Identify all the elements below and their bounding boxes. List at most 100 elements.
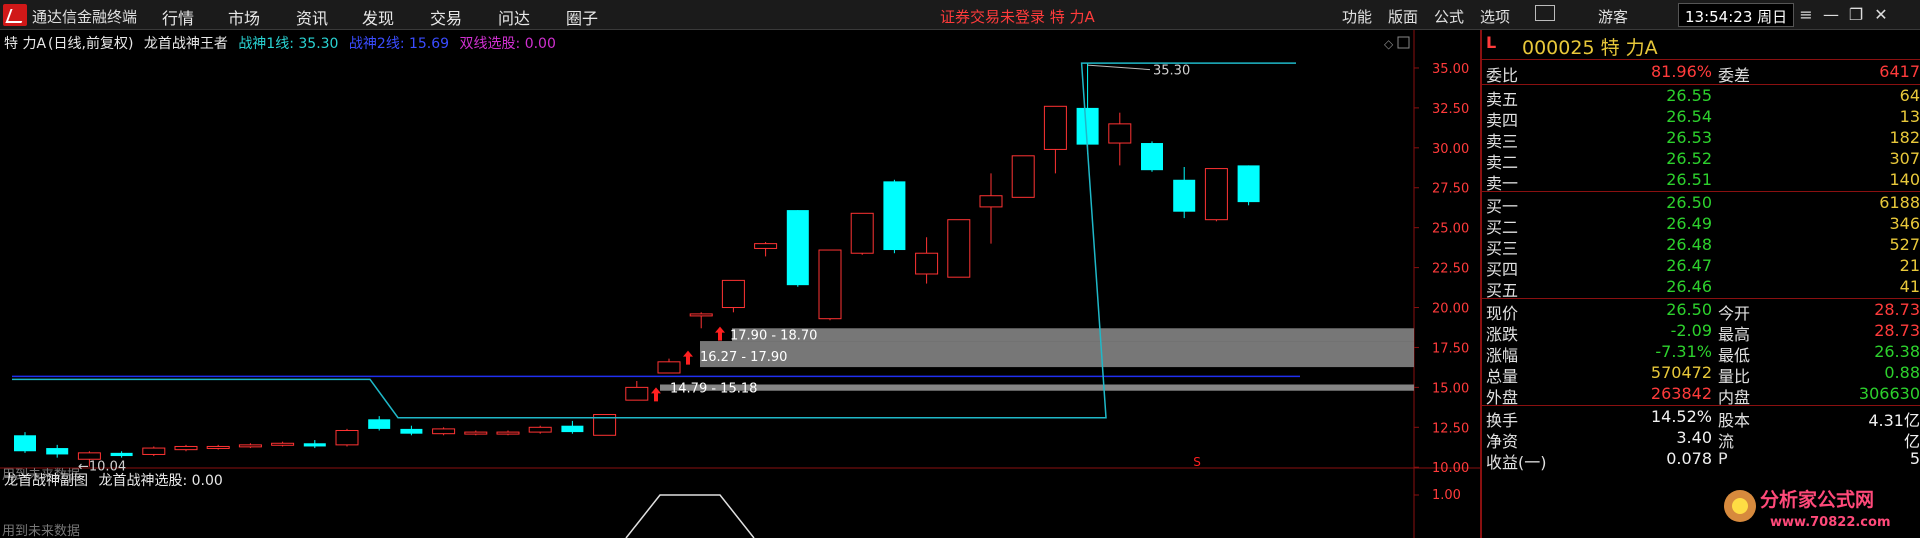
candle-body (335, 429, 359, 446)
divider (1482, 84, 1920, 85)
ask-row-qty: 13 (1899, 107, 1920, 126)
y-tick-label: 22.50 (1432, 262, 1469, 277)
bid-row-value: 26.47 (1666, 256, 1712, 275)
candle-body (303, 443, 326, 447)
bid-row: 买一 26.50 6188 (1482, 193, 1920, 216)
candle-body (689, 313, 713, 317)
sub-chart-legend: 龙首战神副图 龙首战神选股: 0.00 (4, 470, 229, 490)
y-tick-label: 27.50 (1432, 182, 1469, 197)
candle-body (142, 447, 166, 455)
user-button[interactable]: 游客 (1598, 6, 1628, 27)
candle-body (368, 419, 391, 429)
bid-row-qty: 41 (1899, 277, 1920, 296)
candle-body (1204, 168, 1228, 221)
order-ratio-label: 委比 (1486, 66, 1519, 85)
ask-row-value: 26.53 (1666, 128, 1712, 147)
select-label: 双线选股: 0.00 (459, 36, 556, 52)
y-tick-label: 10.00 (1432, 461, 1469, 476)
sub-indicator-line (625, 494, 755, 538)
menu-icon[interactable]: ≡ (1795, 5, 1817, 25)
diamond-icon: ◇ (1384, 37, 1394, 51)
candle-body (1076, 107, 1099, 145)
candle-body (238, 444, 262, 448)
menu-quanzi[interactable]: 圈子 (566, 5, 598, 29)
divider (1482, 298, 1920, 299)
menu-wenda[interactable]: 问达 (498, 5, 530, 29)
order-ratio-row: 委比 81.96% 委差 6417 (1482, 62, 1920, 85)
menu-hangqing[interactable]: 行情 (162, 5, 194, 29)
ask-row: 卖三 26.53 182 (1482, 128, 1920, 151)
candle-body (464, 431, 488, 435)
menu-gongshi[interactable]: 公式 (1434, 6, 1464, 27)
bid-row-qty: 21 (1899, 256, 1920, 275)
candle-body (1011, 155, 1035, 198)
zone-label: 14.79 - 15.18 (670, 382, 757, 397)
stat-row: 涨幅 -7.31% 最低 26.38 (1482, 342, 1920, 365)
menu-shichang[interactable]: 市场 (228, 5, 260, 29)
menu-gongneng[interactable]: 功能 (1342, 6, 1372, 27)
stat-row: 涨跌 -2.09 最高 28.73 (1482, 321, 1920, 344)
login-status[interactable]: 证券交易未登录 特 力A (940, 6, 1095, 27)
candle-body (979, 195, 1003, 208)
stat-value: -7.31% (1655, 342, 1712, 361)
menu-jiaoyi[interactable]: 交易 (430, 5, 462, 29)
ask-row-qty: 64 (1899, 86, 1920, 105)
close-icon[interactable]: ✕ (1870, 5, 1892, 25)
price-axis: 35.00 32.50 30.00 27.50 25.00 22.50 20.00 17.50… (1414, 62, 1480, 503)
candle-body (400, 428, 423, 434)
message-icon[interactable] (1535, 5, 1555, 21)
ask-row: 卖二 26.52 307 (1482, 149, 1920, 172)
fin-value: 14.52% (1650, 407, 1712, 426)
bid-row-value: 26.50 (1666, 193, 1712, 212)
candle-body (1141, 143, 1163, 171)
kline-chart[interactable]: ◇35.30←10.0417.90 - 18.7016.27 - 17.9014… (0, 30, 1420, 538)
order-ratio-value: 81.96% (1650, 62, 1712, 81)
menu-banmian[interactable]: 版面 (1388, 6, 1418, 27)
bid-row-qty: 527 (1889, 235, 1920, 254)
bid-row: 买四 26.47 21 (1482, 256, 1920, 279)
line2-label: 战神2线: 15.69 (348, 36, 450, 52)
bid-row-value: 26.49 (1666, 214, 1712, 233)
y-tick-label: 20.00 (1432, 302, 1469, 317)
bid-row-value: 26.48 (1666, 235, 1712, 254)
support-zone (660, 384, 1414, 391)
period-label: (日线,前复权) (48, 36, 134, 52)
high-label-leader (1087, 64, 1151, 71)
buy-arrow-icon (651, 387, 661, 402)
sub-y-tick-label: 1.00 (1432, 488, 1461, 503)
stat-value-2: 28.73 (1874, 321, 1920, 340)
high-label: 35.30 (1153, 64, 1190, 79)
candle-body (1043, 105, 1067, 150)
candle-body (206, 445, 230, 449)
stat-value-2: 26.38 (1874, 342, 1920, 361)
stock-label: 特 力A (4, 36, 47, 52)
ask-row-qty: 307 (1889, 149, 1920, 168)
fin-row: 收益(一) 0.078 P 5 (1482, 449, 1920, 472)
menu-zixun[interactable]: 资讯 (296, 5, 328, 29)
candle-body (947, 219, 971, 278)
candle-body (721, 279, 745, 309)
support-zone (732, 328, 1414, 342)
minimize-icon[interactable]: — (1820, 5, 1842, 25)
restore-icon[interactable]: ❐ (1845, 5, 1867, 25)
sell-marker: S (1193, 455, 1201, 469)
y-tick-label: 17.50 (1432, 341, 1469, 356)
menu-faxian[interactable]: 发现 (362, 5, 394, 29)
candle-body (883, 181, 906, 251)
candle-body (1237, 165, 1260, 203)
bid-row-qty: 346 (1889, 214, 1920, 233)
menu-xuanxiang[interactable]: 选项 (1480, 6, 1510, 27)
candle-body (915, 252, 939, 275)
stat-value: -2.09 (1670, 321, 1712, 340)
zone-label: 16.27 - 17.90 (700, 350, 787, 365)
watermark-logo: 分析家公式网 www.70822.com (1718, 478, 1920, 538)
fin-value: 3.40 (1676, 428, 1712, 447)
candle-body (528, 426, 552, 433)
clock: 13:54:23 周日 (1678, 3, 1795, 27)
chart-area[interactable]: ◇ 35.30 ←10.04 17.90 - 18.70 16.27 - 17.90 14… (0, 30, 1480, 538)
ask-row: 卖一 26.51 140 (1482, 170, 1920, 193)
candle-body (818, 249, 842, 320)
candle-body (754, 243, 778, 249)
fin-value-2: 5 (1909, 449, 1920, 468)
quote-panel: L 000025 特 力A 委比 81.96% 委差 6417 卖五 26.55… (1480, 30, 1920, 538)
